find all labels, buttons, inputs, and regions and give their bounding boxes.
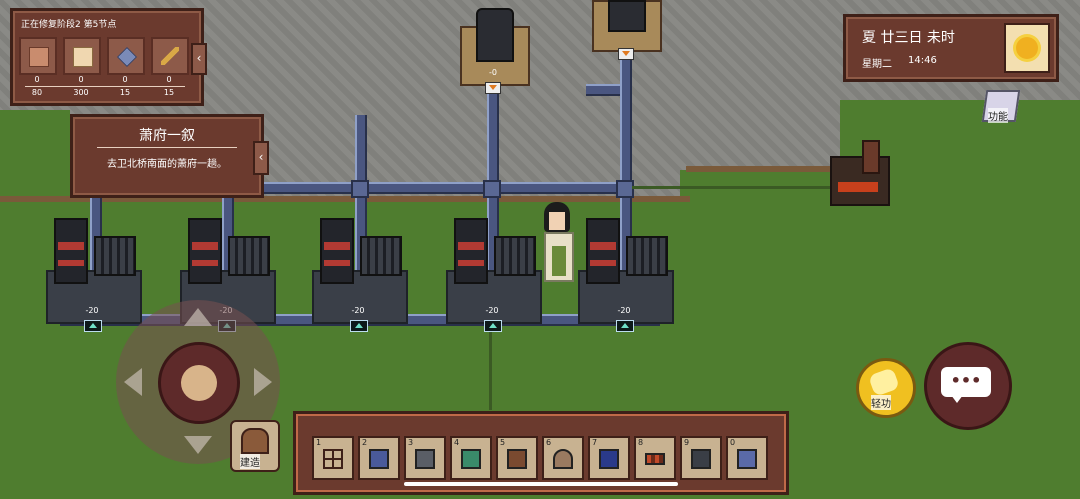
toolbar-slot-6[interactable]: 6 xyxy=(542,436,584,480)
material-slot xyxy=(107,37,145,75)
qinggong-button[interactable]: 轻功 xyxy=(856,358,916,418)
weather-slot xyxy=(1004,23,1050,73)
output-port xyxy=(485,82,501,94)
machine-value: -20 xyxy=(485,306,499,315)
lightness-skill-icon xyxy=(868,367,900,397)
blue-furnace-icon xyxy=(599,449,619,469)
build-button[interactable]: 建造 xyxy=(230,420,280,472)
top-machine[interactable]: -0 xyxy=(460,8,530,86)
frame-tile-icon xyxy=(323,449,343,469)
repair-progress-panel: 正在修复阶段2 第5节点 0 0 0 0 80 300 15 15 ‹ xyxy=(10,8,207,106)
task-divider xyxy=(97,147,237,148)
material-have: 0 xyxy=(166,75,172,84)
joystick-knob[interactable] xyxy=(158,342,240,424)
generator-machine[interactable]: -20 xyxy=(46,218,142,332)
brown-stool-icon xyxy=(507,449,527,469)
collapse-progress-button[interactable]: ‹ xyxy=(191,43,207,75)
stove[interactable] xyxy=(830,140,890,206)
home-indicator xyxy=(404,482,678,486)
pipe-joint xyxy=(616,180,634,198)
joystick-left-arrow-icon xyxy=(124,368,142,396)
green-machine-icon xyxy=(461,449,481,469)
collapse-task-button[interactable]: ‹ xyxy=(253,141,269,175)
toolbar-slot-3[interactable]: 3 xyxy=(404,436,446,480)
brush-icon xyxy=(161,47,179,65)
material-need: 15 xyxy=(163,88,175,97)
status-light xyxy=(350,320,368,332)
blue-machine-icon xyxy=(369,449,389,469)
machine-value: -20 xyxy=(85,306,99,315)
arch-gate-icon xyxy=(553,449,573,469)
status-light xyxy=(484,320,502,332)
toolbar-slot-0[interactable]: 0 xyxy=(726,436,768,480)
toolbar-slot-1[interactable]: 1 xyxy=(312,436,354,480)
player-character xyxy=(540,202,574,286)
toolbar-slot-2[interactable]: 2 xyxy=(358,436,400,480)
function-label: 功能 xyxy=(988,108,1008,123)
weekday: 星期二 xyxy=(862,59,892,70)
build-toolbar: 1 2 3 4 5 6 7 8 9 0 xyxy=(293,411,789,495)
material-slot xyxy=(19,37,57,75)
grass-edge xyxy=(0,110,70,200)
pipe xyxy=(262,182,632,194)
toolbar-slot-8[interactable]: 8 xyxy=(634,436,676,480)
time: 14:46 xyxy=(908,55,937,66)
generator-machine[interactable]: -20 xyxy=(446,218,542,332)
dirt-border xyxy=(686,166,846,172)
pipe-joint xyxy=(483,180,501,198)
material-need: 300 xyxy=(73,88,89,97)
joystick-up-arrow-icon xyxy=(184,308,212,326)
chat-button[interactable]: ••• xyxy=(924,342,1012,430)
gray-crate-icon xyxy=(415,449,435,469)
joystick-down-arrow-icon xyxy=(184,436,212,454)
material-have: 0 xyxy=(34,75,40,84)
toolbar-slot-9[interactable]: 9 xyxy=(680,436,722,480)
function-button[interactable]: 功能 xyxy=(978,88,1022,128)
teal-machine-icon xyxy=(737,449,757,469)
machine-value: -20 xyxy=(617,306,631,315)
clock-panel: 夏 廿三日 未时 星期二 14:46 xyxy=(843,14,1059,82)
pipe-joint xyxy=(351,180,369,198)
toolbar-slot-5[interactable]: 5 xyxy=(496,436,538,480)
generator-machine[interactable]: -20 xyxy=(578,218,674,332)
chat-bubble-icon: ••• xyxy=(941,367,991,397)
build-gate-icon xyxy=(241,428,269,454)
season-date: 夏 廿三日 未时 xyxy=(862,30,955,46)
status-light xyxy=(616,320,634,332)
top-machine[interactable] xyxy=(592,0,662,52)
task-description: 去卫北桥南面的萧府一趟。 xyxy=(107,159,227,170)
material-need: 15 xyxy=(119,88,131,97)
repair-progress-title: 正在修复阶段2 第5节点 xyxy=(21,20,117,30)
wire xyxy=(632,186,832,189)
dark-stool-icon xyxy=(691,449,711,469)
material-need: 80 xyxy=(31,88,43,97)
machine-value: -20 xyxy=(351,306,365,315)
paper-icon xyxy=(73,47,93,67)
top-machine-value: -0 xyxy=(489,68,497,77)
toolbar-slot-4[interactable]: 4 xyxy=(450,436,492,480)
material-have: 0 xyxy=(78,75,84,84)
material-slot xyxy=(151,37,189,75)
arrow-belt-icon xyxy=(645,453,665,465)
wire xyxy=(489,330,492,410)
task-panel[interactable]: 萧府一叙 去卫北桥南面的萧府一趟。 ‹ xyxy=(70,114,269,198)
build-label: 建造 xyxy=(240,454,260,469)
output-port xyxy=(618,48,634,60)
task-title: 萧府一叙 xyxy=(139,128,195,144)
sun-icon xyxy=(1016,37,1038,59)
status-light xyxy=(84,320,102,332)
toolbar-slot-7[interactable]: 7 xyxy=(588,436,630,480)
qinggong-label: 轻功 xyxy=(871,395,891,410)
wood-plank-icon xyxy=(29,47,49,67)
joystick-right-arrow-icon xyxy=(254,368,272,396)
gem-icon xyxy=(117,47,137,67)
material-slot xyxy=(63,37,101,75)
divider xyxy=(25,86,185,87)
material-have: 0 xyxy=(122,75,128,84)
generator-machine[interactable]: -20 xyxy=(312,218,408,332)
